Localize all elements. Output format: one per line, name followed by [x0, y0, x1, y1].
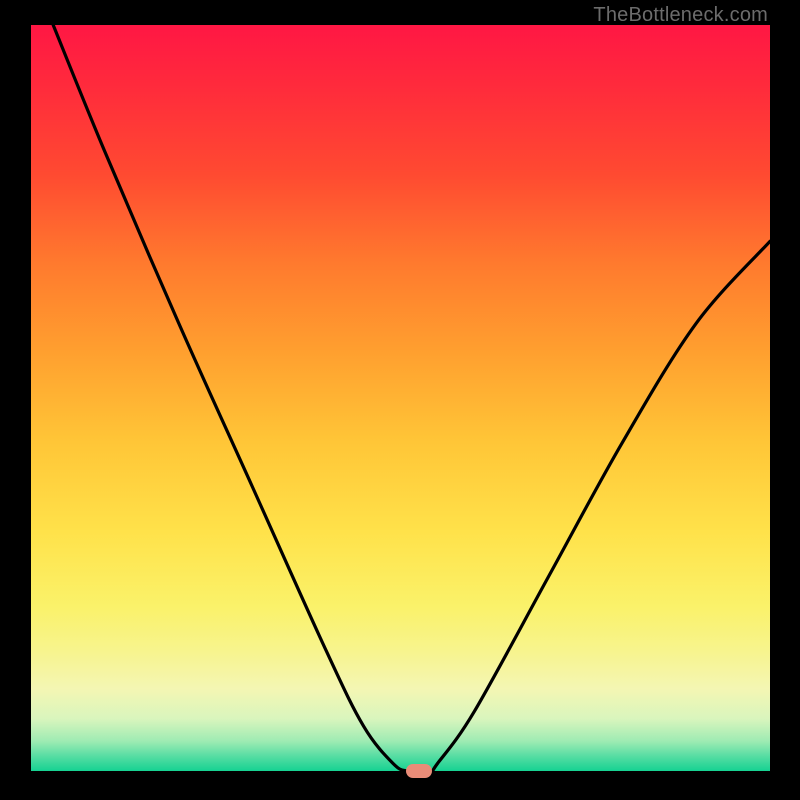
attribution-label: TheBottleneck.com: [593, 4, 768, 27]
minimum-marker: [406, 764, 432, 778]
plot-area: [31, 25, 770, 771]
bottleneck-curve-path: [53, 25, 770, 772]
curve-svg: [31, 25, 770, 771]
chart-stage: TheBottleneck.com: [0, 0, 800, 800]
